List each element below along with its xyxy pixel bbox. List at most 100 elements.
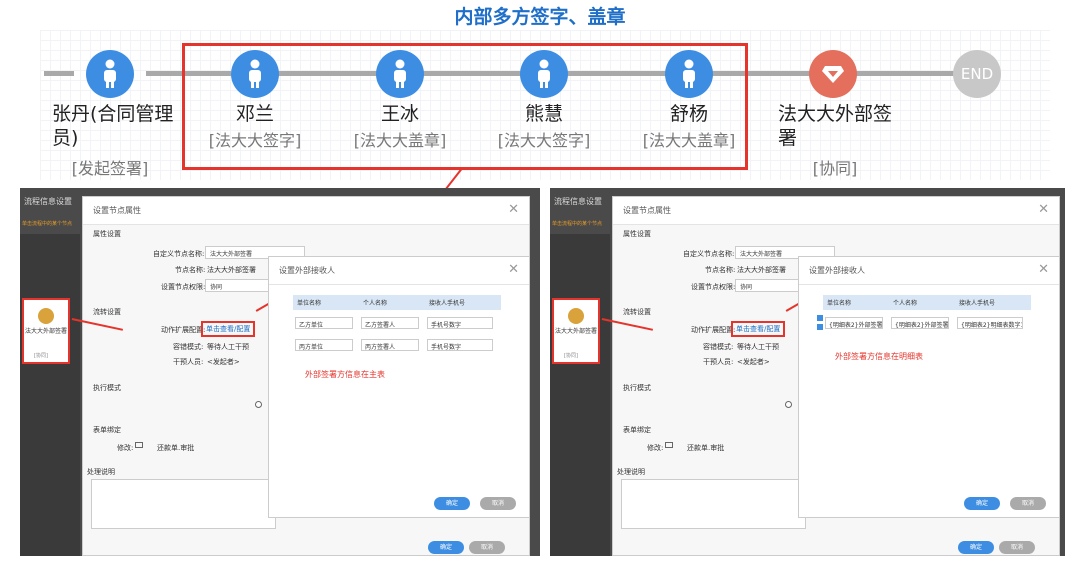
dialog-header: 设置节点属性 ✕ <box>83 197 529 225</box>
receiver-dialog: 设置外部接收人 ✕ 单位名称 个人名称 接收人手机号 乙方单位 乙方签署人 手机号数字 丙方单位… <box>268 256 530 518</box>
label-action: 动作扩展配置: <box>161 326 206 334</box>
node-name-value: 法大大外部签署 <box>737 266 786 274</box>
table-cell-input[interactable]: 手机号数字 <box>427 317 493 329</box>
error-mode-value: 等待人工干预 <box>207 343 249 351</box>
label-custom-name: 自定义节点名称: <box>683 250 735 258</box>
section-attr: 属性设置 <box>623 230 651 238</box>
flow-connector <box>856 71 956 76</box>
table-cell-input[interactable]: {明细表2}明细表数字1 <box>957 317 1023 329</box>
section-exec: 执行模式 <box>623 384 651 392</box>
table-cell-input[interactable]: 手机号数字 <box>427 339 493 351</box>
table-cell-input[interactable]: {明细表2}外部签署 <box>825 317 883 329</box>
section-note: 处理说明 <box>87 468 115 476</box>
receiver-dialog: 设置外部接收人 ✕ 单位名称 个人名称 接收人手机号 {明细表2}外部签署 {明细表2}外部… <box>798 256 1060 518</box>
label-node-name: 节点名称: <box>175 266 206 274</box>
label-action: 动作扩展配置: <box>691 326 736 334</box>
receiver-note: 外部签署方信息在主表 <box>305 370 385 379</box>
flow-node-name: 法大大外部签署 <box>778 103 893 149</box>
side-flow-node[interactable]: 法大大外部签署 [协同] <box>552 298 600 364</box>
table-cell-input[interactable]: 乙方单位 <box>295 317 353 329</box>
table-header-cell: 接收人手机号 <box>959 300 996 307</box>
remove-row-icon[interactable] <box>817 324 823 330</box>
table-header-cell: 接收人手机号 <box>429 300 466 307</box>
flow-node-5[interactable] <box>809 50 857 98</box>
page-title: 内部多方签字、盖章 <box>454 6 626 28</box>
label-intervene: 干预人员: <box>173 358 204 366</box>
receiver-ok-button[interactable]: 确定 <box>434 497 470 510</box>
table-cell-input[interactable]: 丙方签署人 <box>361 339 419 351</box>
close-icon[interactable]: ✕ <box>1038 202 1049 217</box>
dialog-header: 设置节点属性 ✕ <box>613 197 1059 225</box>
table-row: 丙方单位 丙方签署人 手机号数字 <box>295 339 493 351</box>
section-flow: 流转设置 <box>93 308 121 316</box>
flow-node-6[interactable]: END <box>953 50 1001 98</box>
label-error-mode: 容错模式: <box>173 343 204 351</box>
flow-node-name: 张丹(合同管理员) <box>52 103 174 149</box>
flow-node-role: [协同] <box>812 159 858 178</box>
label-permission: 设置节点权限: <box>161 283 206 291</box>
label-modify: 修改: <box>117 444 134 452</box>
close-icon[interactable]: ✕ <box>508 202 519 217</box>
table-cell-input[interactable]: {明细表2}外部签署 <box>891 317 949 329</box>
section-flow: 流转设置 <box>623 308 651 316</box>
dialog-title: 设置节点属性 <box>93 206 141 215</box>
exec-radio[interactable] <box>255 401 262 408</box>
action-config-link[interactable]: 单击查看/配置 <box>731 321 786 337</box>
action-config-link[interactable]: 单击查看/配置 <box>201 321 256 337</box>
intervene-value: <发起者> <box>207 358 240 366</box>
section-exec: 执行模式 <box>93 384 121 392</box>
table-cell-input[interactable]: 乙方签署人 <box>361 317 419 329</box>
section-form: 表单绑定 <box>93 426 121 434</box>
dialog-title: 设置外部接收人 <box>279 266 335 275</box>
bg-left-panel <box>20 234 80 556</box>
form-name: 还款单.审批 <box>157 444 195 452</box>
error-mode-value: 等待人工干预 <box>737 343 779 351</box>
note-area[interactable] <box>621 479 806 529</box>
bg-window-title: 流程信息设置 <box>554 197 602 206</box>
dialog-title: 设置外部接收人 <box>809 266 865 275</box>
label-intervene: 干预人员: <box>703 358 734 366</box>
table-header-cell: 单位名称 <box>827 300 852 307</box>
bg-hint: 单击流程中的某个节点 <box>552 221 603 227</box>
receiver-cancel-button[interactable]: 取消 <box>480 497 516 510</box>
monitor-icon[interactable] <box>665 442 673 448</box>
exec-radio[interactable] <box>785 401 792 408</box>
table-header-cell: 个人名称 <box>363 300 388 307</box>
receiver-cancel-button[interactable]: 取消 <box>1010 497 1046 510</box>
dialog-cancel-button[interactable]: 取消 <box>999 541 1035 554</box>
gem-icon <box>822 66 844 83</box>
table-row: 乙方单位 乙方签署人 手机号数字 <box>295 317 493 329</box>
table-row: {明细表2}外部签署 {明细表2}外部签署 {明细表2}明细表数字1 <box>825 317 1023 329</box>
dialog-cancel-button[interactable]: 取消 <box>469 541 505 554</box>
table-header-cell: 单位名称 <box>297 300 322 307</box>
side-node-role: [协同] <box>564 353 578 359</box>
monitor-icon[interactable] <box>135 442 143 448</box>
label-custom-name: 自定义节点名称: <box>153 250 205 258</box>
bg-window-title: 流程信息设置 <box>24 197 72 206</box>
dialog-ok-button[interactable]: 确定 <box>428 541 464 554</box>
add-row-icon[interactable] <box>817 315 823 321</box>
note-area[interactable] <box>91 479 276 529</box>
side-node-label: 法大大外部签署 <box>555 328 598 335</box>
table-header: 单位名称 个人名称 接收人手机号 <box>823 295 1031 310</box>
flow-connector <box>44 71 74 76</box>
screenshot-main-table: 流程信息设置 单击流程中的某个节点 设置节点属性 ✕ 属性设置 自定义节点名称: 法大大外部… <box>20 188 540 556</box>
receiver-ok-button[interactable]: 确定 <box>964 497 1000 510</box>
bg-hint: 单击流程中的某个节点 <box>22 221 73 227</box>
label-error-mode: 容错模式: <box>703 343 734 351</box>
side-node-role: [协同] <box>34 353 48 359</box>
close-icon[interactable]: ✕ <box>508 262 519 277</box>
dialog-ok-button[interactable]: 确定 <box>958 541 994 554</box>
side-flow-node[interactable]: 法大大外部签署 [协同] <box>22 298 70 364</box>
dialog-header: 设置外部接收人 ✕ <box>269 257 529 285</box>
intervene-value: <发起者> <box>737 358 770 366</box>
close-icon[interactable]: ✕ <box>1038 262 1049 277</box>
table-cell-input[interactable]: 丙方单位 <box>295 339 353 351</box>
flow-node-0[interactable] <box>86 50 134 98</box>
side-node-label: 法大大外部签署 <box>25 328 68 335</box>
dialog-header: 设置外部接收人 ✕ <box>799 257 1059 285</box>
end-label: END <box>960 65 994 83</box>
label-node-name: 节点名称: <box>705 266 736 274</box>
flow-node-role: [发起签署] <box>71 159 149 178</box>
section-form: 表单绑定 <box>623 426 651 434</box>
